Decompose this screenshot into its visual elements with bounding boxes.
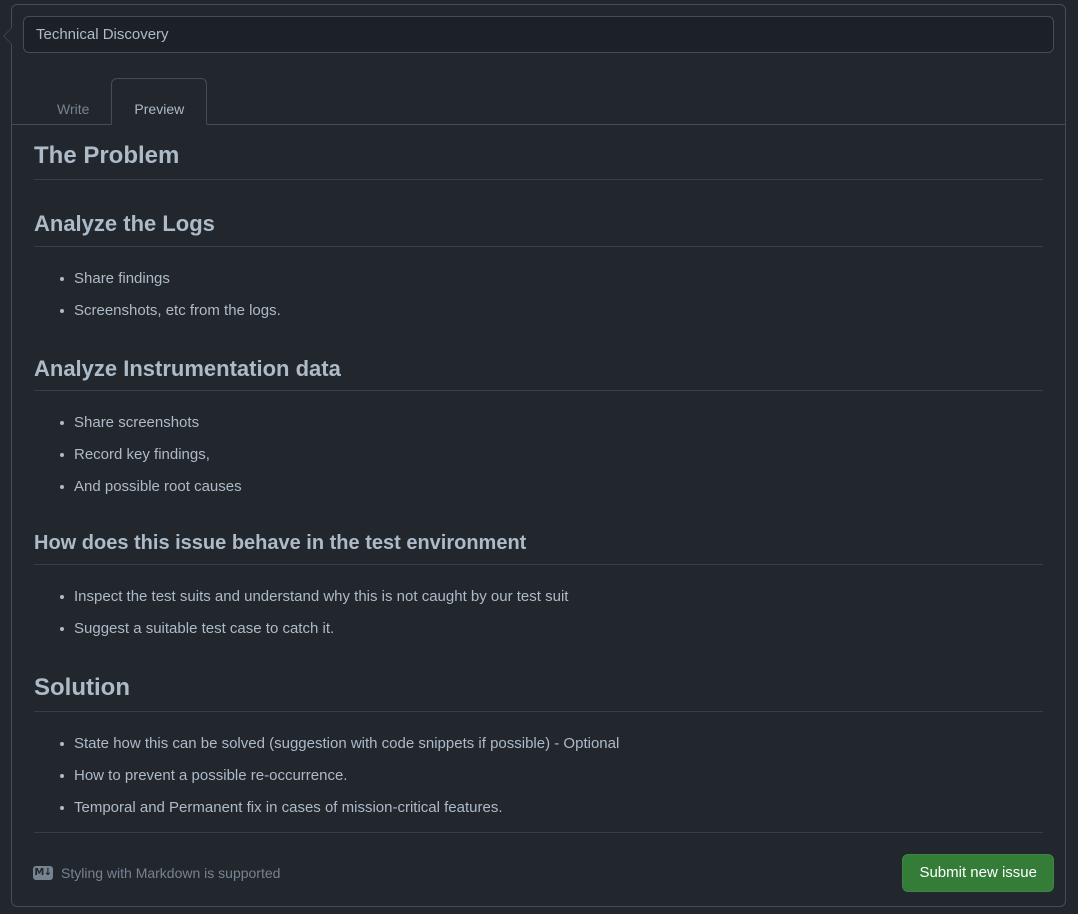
list-item: Share screenshots (60, 413, 1043, 433)
list-item: How to prevent a possible re-occurrence. (60, 766, 1043, 786)
list-item: Temporal and Permanent fix in cases of m… (60, 798, 1043, 818)
issue-title-row (12, 5, 1065, 53)
footer-inner: M↓ Styling with Markdown is supported Su… (23, 832, 1054, 906)
heading-the-problem: The Problem (34, 141, 1043, 180)
new-issue-form: WritePreview The Problem Analyze the Log… (3, 4, 1066, 907)
list-item: Inspect the test suits and understand wh… (60, 587, 1043, 607)
heading-test-environment-behavior: How does this issue behave in the test e… (34, 531, 1043, 565)
list-item: Suggest a suitable test case to catch it… (60, 619, 1043, 639)
list-analyze-the-logs: Share findings Screenshots, etc from the… (34, 269, 1043, 321)
list-analyze-instrumentation-data: Share screenshots Record key findings, A… (34, 413, 1043, 497)
heading-analyze-instrumentation-data: Analyze Instrumentation data (34, 355, 1043, 391)
footer-divider (34, 832, 1043, 833)
issue-title-input[interactable] (23, 16, 1054, 53)
list-item: Record key findings, (60, 445, 1043, 465)
list-test-environment-behavior: Inspect the test suits and understand wh… (34, 587, 1043, 639)
markdown-icon: M↓ (33, 866, 53, 880)
comment-caret-inner (4, 28, 12, 44)
list-item: Share findings (60, 269, 1043, 289)
submit-new-issue-button[interactable]: Submit new issue (902, 854, 1054, 892)
markdown-support-hint[interactable]: M↓ Styling with Markdown is supported (23, 863, 280, 883)
list-item: State how this can be solved (suggestion… (60, 734, 1043, 754)
heading-analyze-the-logs: Analyze the Logs (34, 210, 1043, 247)
tab-write[interactable]: Write (34, 78, 112, 125)
heading-solution: Solution (34, 673, 1043, 712)
form-footer: M↓ Styling with Markdown is supported Su… (12, 832, 1065, 906)
markdown-hint-label: Styling with Markdown is supported (61, 865, 281, 881)
list-item: And possible root causes (60, 477, 1043, 497)
tab-preview[interactable]: Preview (111, 78, 208, 125)
write-preview-tab-bar: Write Preview (12, 78, 1065, 125)
markdown-preview-body: The Problem Analyze the Logs Share findi… (12, 125, 1065, 838)
list-item: Screenshots, etc from the logs. (60, 301, 1043, 321)
list-solution: State how this can be solved (suggestion… (34, 734, 1043, 818)
